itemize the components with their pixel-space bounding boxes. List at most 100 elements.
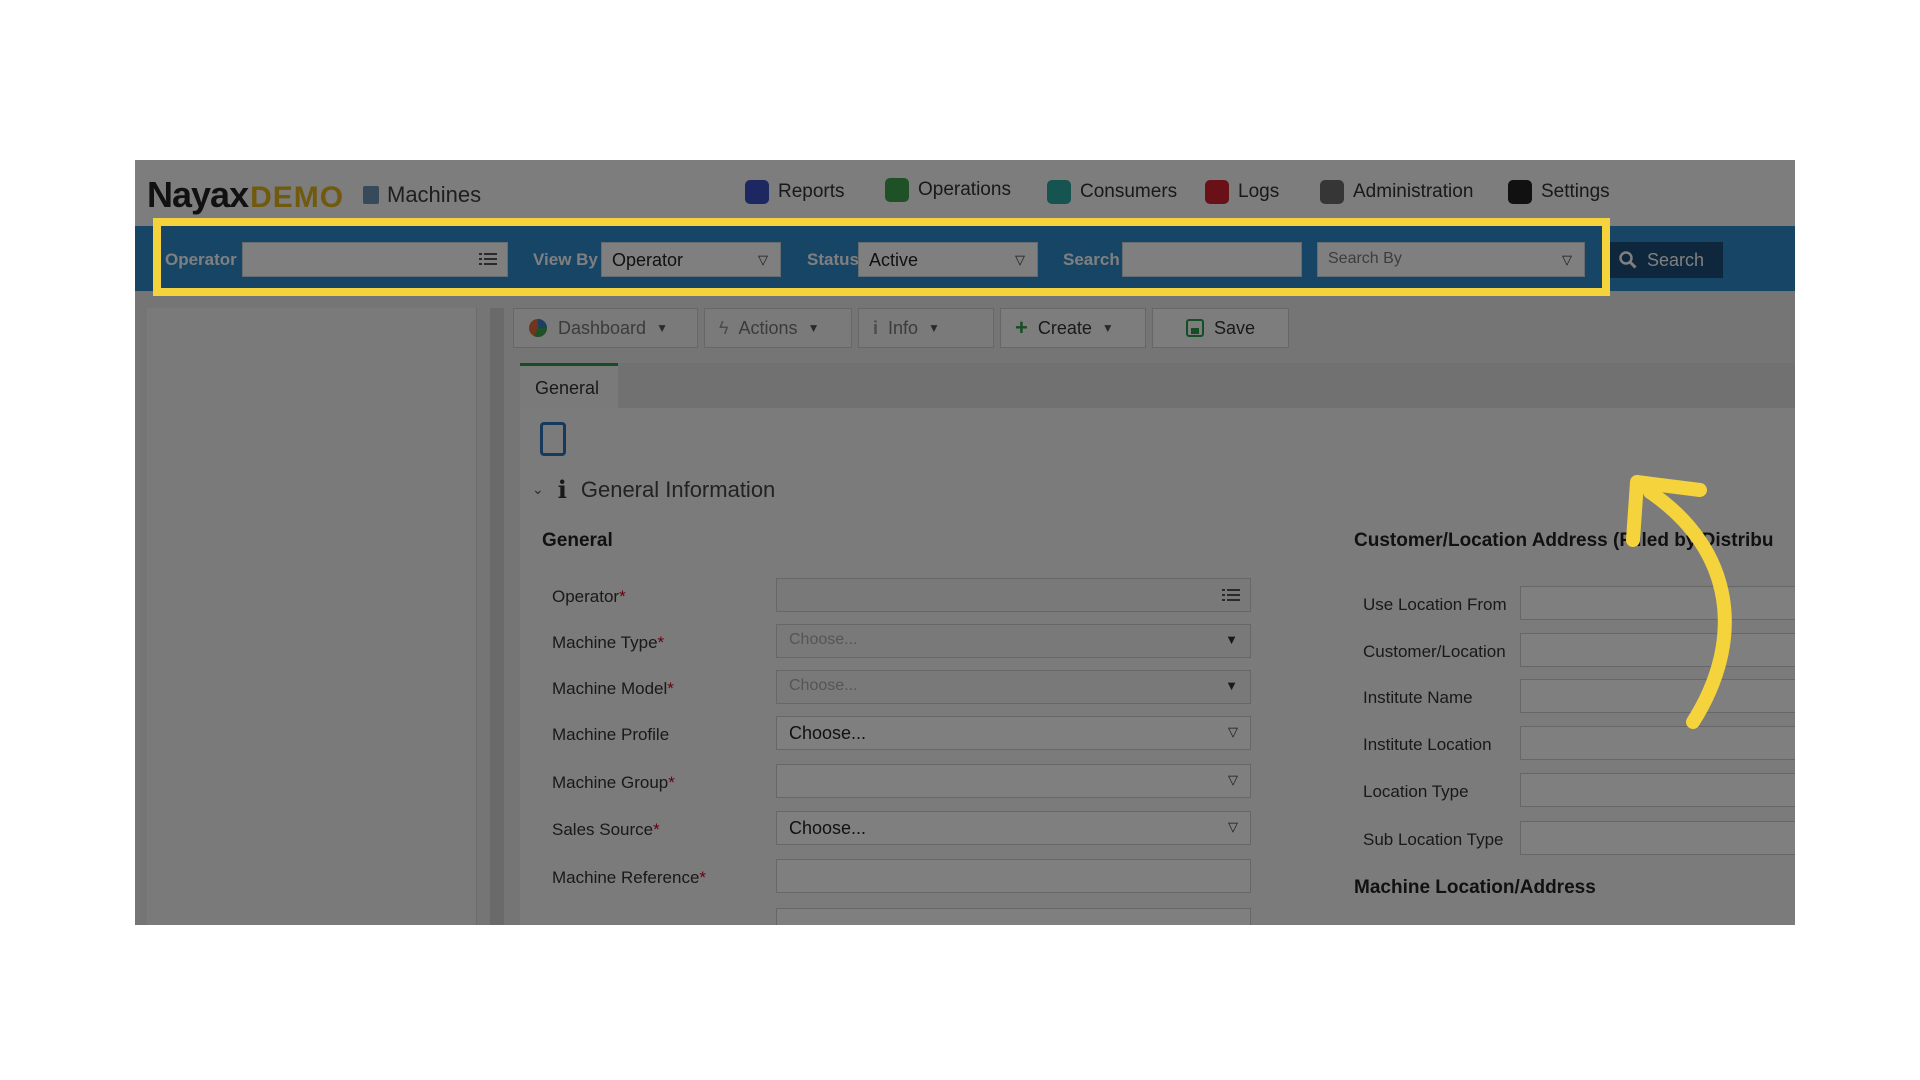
actions-label: Actions [738, 317, 798, 338]
institute-location-label: Institute Location [1363, 735, 1492, 754]
info-label: Info [888, 317, 919, 338]
info-icon: i [873, 317, 879, 338]
dashboard-button[interactable]: Dashboard ▼ [513, 308, 698, 348]
field-label: Machine Profile [552, 725, 670, 744]
list-icon[interactable] [1222, 588, 1240, 603]
actions-button[interactable]: ϟ Actions ▼ [704, 308, 852, 348]
chevron-down-icon: ▼ [1225, 678, 1238, 693]
nav-administration[interactable]: Administration [1320, 180, 1473, 204]
nav-operations[interactable]: Operations [885, 178, 1011, 202]
field-label: Machine Type [552, 633, 658, 652]
nav-label: Consumers [1080, 181, 1178, 202]
machine-reference-input[interactable] [776, 859, 1251, 893]
module-title: Machines [363, 182, 481, 208]
chevron-down-icon: ▼ [928, 321, 940, 335]
required-marker: * [668, 773, 675, 792]
tab-general[interactable]: General [520, 363, 618, 408]
chevron-down-icon[interactable]: ⌄ [532, 481, 544, 498]
operator-field[interactable] [776, 578, 1251, 612]
required-marker: * [667, 679, 674, 698]
top-header: NayaxDEMO Machines Reports Operations Co… [135, 160, 1795, 226]
chevron-down-icon: ▼ [656, 321, 668, 335]
document-icon [540, 422, 566, 456]
next-field-input[interactable] [776, 908, 1251, 925]
machine-profile-select[interactable]: Choose... ▽ [776, 716, 1251, 750]
lightning-icon: ϟ [719, 317, 729, 338]
section-title: General Information [580, 476, 776, 502]
use-location-from-label: Use Location From [1363, 595, 1507, 614]
field-label: Operator [552, 587, 620, 606]
chevron-down-icon: ▼ [1101, 321, 1114, 335]
machine-model-select[interactable]: Choose... ▼ [776, 670, 1251, 704]
chevron-down-icon: ▽ [1228, 724, 1238, 739]
institute-name-label: Institute Name [1363, 688, 1473, 707]
nav-settings[interactable]: Settings [1508, 180, 1610, 204]
panel-splitter[interactable] [490, 308, 504, 925]
machine-group-label: Machine Group* [552, 773, 675, 793]
required-marker: * [699, 868, 707, 887]
machine-model-label: Machine Model* [552, 679, 674, 699]
machine-type-label: Machine Type* [552, 633, 664, 653]
consumers-icon [1047, 180, 1071, 204]
machine-type-select[interactable]: Choose... ▼ [776, 624, 1251, 658]
required-marker: * [619, 587, 626, 606]
machine-icon [363, 186, 379, 204]
field-label: Machine Model [552, 679, 668, 698]
sales-source-label: Sales Source* [552, 820, 660, 840]
dashboard-label: Dashboard [558, 317, 647, 338]
customer-location-label: Customer/Location [1363, 642, 1506, 661]
save-button[interactable]: Save [1152, 308, 1289, 348]
chevron-down-icon: ▼ [1225, 632, 1238, 647]
required-marker: * [657, 633, 665, 652]
nav-label: Reports [778, 181, 845, 202]
nav-label: Administration [1353, 181, 1474, 202]
plus-icon: + [1015, 315, 1028, 340]
general-subsection-title: General [542, 530, 613, 551]
administration-icon [1320, 180, 1344, 204]
nav-label: Logs [1238, 181, 1280, 202]
save-label: Save [1213, 317, 1256, 338]
brand-name: Nayax [147, 174, 249, 215]
tab-general-label: General [535, 378, 600, 398]
machine-group-select[interactable]: ▽ [776, 764, 1251, 798]
field-label: Machine Group [552, 773, 669, 792]
settings-icon [1508, 180, 1532, 204]
info-button[interactable]: i Info ▼ [858, 308, 994, 348]
nav-label: Settings [1541, 181, 1610, 202]
nav-consumers[interactable]: Consumers [1047, 180, 1177, 204]
chevron-down-icon: ▽ [1228, 772, 1238, 787]
pie-chart-icon [529, 319, 547, 337]
search-button[interactable]: Search [1605, 242, 1723, 278]
highlight-frame [153, 218, 1610, 296]
field-value: Choose... [789, 677, 858, 694]
create-button[interactable]: + Create ▼ [1000, 308, 1146, 348]
field-label: Machine Reference [552, 868, 700, 887]
operator-field-label: Operator* [552, 587, 626, 607]
reports-icon [745, 180, 769, 204]
module-title-label: Machines [387, 182, 482, 207]
sub-location-type-field[interactable] [1520, 821, 1795, 855]
sales-source-select[interactable]: Choose... ▽ [776, 811, 1251, 845]
field-label: Sales Source [552, 820, 654, 839]
machine-location-title: Machine Location/Address [1354, 877, 1596, 898]
logs-icon [1205, 180, 1229, 204]
nav-logs[interactable]: Logs [1205, 180, 1279, 204]
create-label: Create [1037, 317, 1092, 338]
annotation-arrow [1626, 475, 1732, 729]
chevron-down-icon: ▽ [1228, 819, 1238, 834]
app-screenshot: NayaxDEMO Machines Reports Operations Co… [135, 160, 1795, 925]
nav-reports[interactable]: Reports [745, 180, 845, 204]
sub-location-type-label: Sub Location Type [1363, 830, 1504, 849]
field-value: Choose... [789, 723, 867, 743]
info-icon: i [557, 475, 567, 504]
required-marker: * [653, 820, 660, 839]
location-type-label: Location Type [1363, 782, 1469, 801]
nayax-logo[interactable]: NayaxDEMO [147, 174, 344, 216]
action-toolbar: Dashboard ▼ ϟ Actions ▼ i Info ▼ + Creat… [513, 308, 1289, 348]
search-icon [1619, 251, 1637, 269]
general-information-header[interactable]: ⌄ i General Information [532, 475, 775, 504]
location-type-field[interactable] [1520, 773, 1795, 807]
machine-reference-label: Machine Reference* [552, 868, 706, 888]
tree-panel [147, 308, 477, 925]
search-button-label: Search [1647, 249, 1705, 270]
